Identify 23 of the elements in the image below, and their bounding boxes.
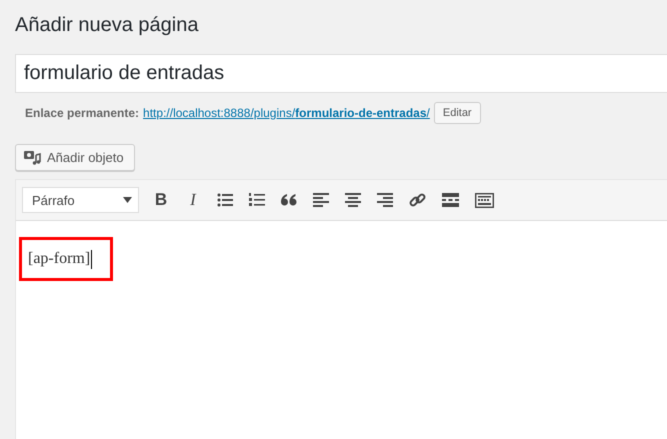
add-media-button[interactable]: Añadir objeto xyxy=(15,144,135,171)
dropdown-caret-icon xyxy=(123,197,132,203)
permalink-link[interactable]: http://localhost:8888/plugins/formulario-de-entradas/ xyxy=(143,106,430,120)
format-select[interactable]: Párrafo xyxy=(22,187,139,213)
bold-button[interactable]: B xyxy=(145,190,177,210)
editor-body[interactable]: [ap-form] xyxy=(16,221,667,439)
italic-button[interactable]: I xyxy=(177,190,209,210)
numbered-list-icon[interactable] xyxy=(249,193,265,207)
align-center-icon[interactable] xyxy=(345,193,361,207)
title-field[interactable]: formulario de entradas xyxy=(15,54,667,93)
quote-icon[interactable] xyxy=(281,194,297,206)
page-heading: Añadir nueva página xyxy=(15,14,200,38)
align-right-icon[interactable] xyxy=(377,193,393,207)
text-cursor xyxy=(91,250,92,268)
bullet-list-icon[interactable] xyxy=(217,193,233,207)
media-icon xyxy=(24,150,41,165)
shortcode-text: [ap-form] xyxy=(28,250,90,268)
permalink-label: Enlace permanente: xyxy=(25,106,140,120)
read-more-icon[interactable] xyxy=(442,193,459,207)
keyboard-icon[interactable] xyxy=(475,192,494,208)
edit-button[interactable]: Editar xyxy=(434,102,481,124)
align-left-icon[interactable] xyxy=(313,193,329,207)
link-icon[interactable] xyxy=(409,192,426,208)
